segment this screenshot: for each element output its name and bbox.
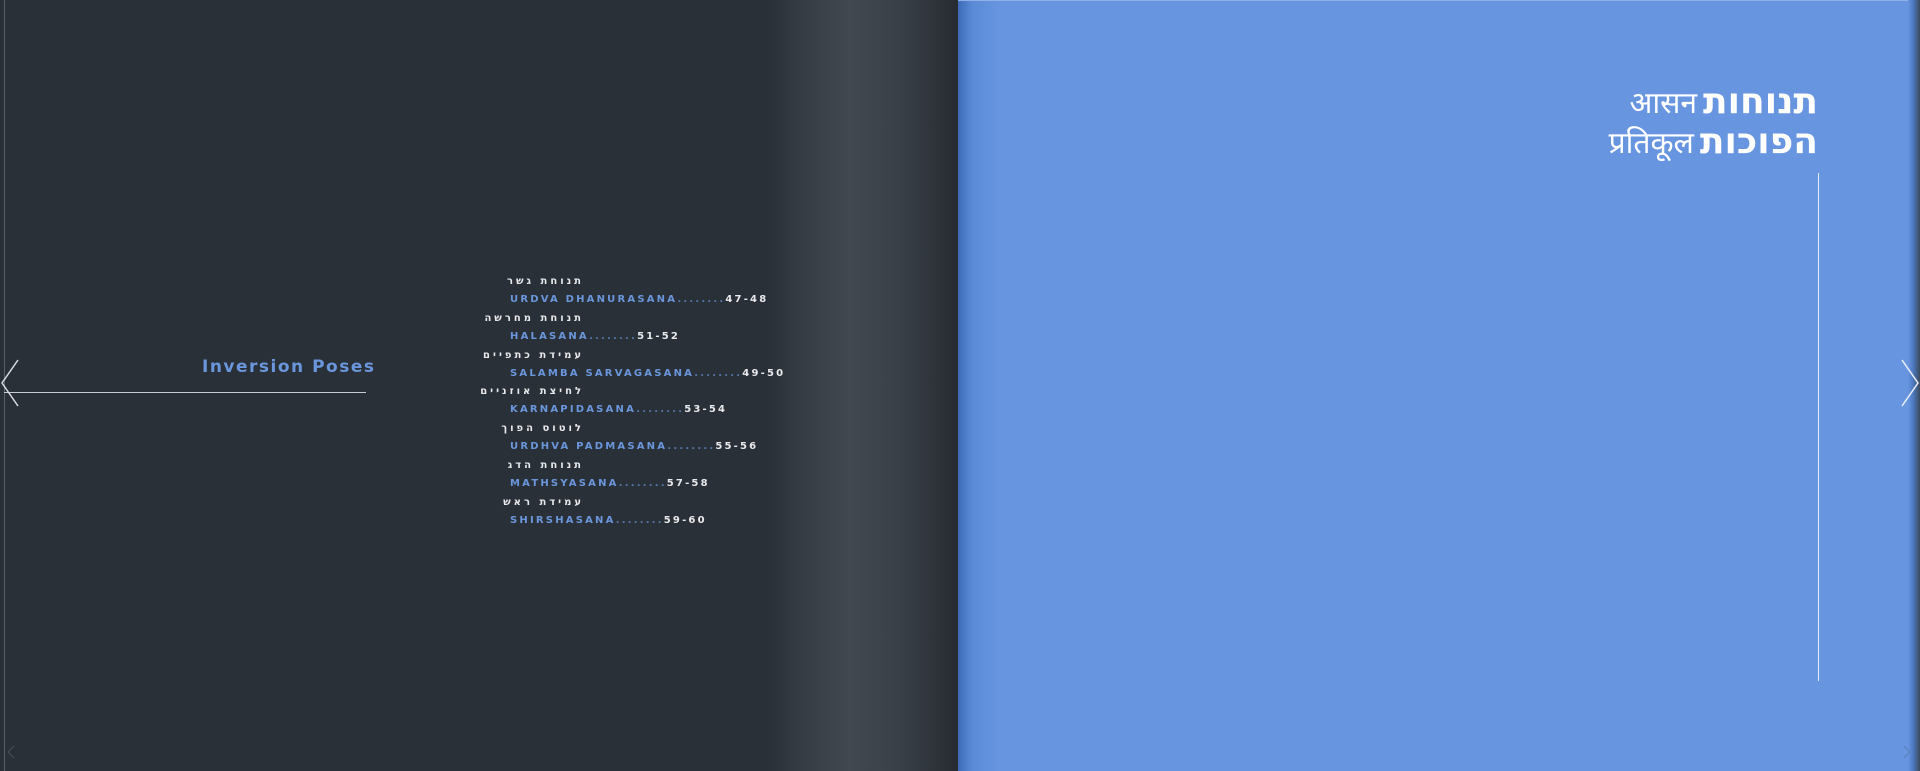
toc-pose-name: SHIRSHASANA [510,514,616,526]
toc-entry[interactable]: תנוחת גשר URDVA DHANURASANA........47-48 [506,273,800,310]
heading-hebrew-2: הפוכות [1699,121,1818,162]
toc-leader-dots: ........ [618,477,667,489]
toc-entry[interactable]: עמידת כתפיים SALAMBA SARVAGASANA........… [483,347,800,384]
toc-hebrew-title: לוטוס הפוך [501,423,584,435]
chapter-heading: आसन תנוחות प्रतिकूल הפוכות [1609,82,1818,162]
toc-page-range: 53-54 [684,404,728,416]
toc-pose-name: MATHSYASANA [510,477,619,489]
toc-leader-dots: ........ [677,294,726,305]
toc-page-range: 47-48 [725,294,769,305]
heading-sanskrit-2: प्रतिकूल [1608,126,1694,161]
toc-leader-dots: ........ [694,367,743,379]
prev-page-button[interactable] [0,358,22,408]
heading-hebrew-1: תנוחות [1703,81,1818,122]
toc-pose-line: SHIRSHASANA........59-60 [510,512,800,530]
toc-entry[interactable]: תנוחת מחרשה HALASANA........51-52 [484,310,800,347]
section-title: Inversion Poses [202,357,376,377]
table-of-contents: תנוחת גשר URDVA DHANURASANA........47-48… [480,273,800,531]
chevron-left-icon [1,359,19,407]
toc-page-range: 51-52 [637,330,681,342]
toc-pose-name: HALASANA [510,330,590,342]
toc-hebrew-title: עמידת כתפיים [483,349,584,361]
book-spread: Inversion Poses תנוחת גשר URDVA DHANURAS… [0,0,1920,771]
toc-hebrew-title: לחיצת אוזניים [480,386,584,398]
section-title-rule [4,392,366,393]
toc-pose-line: HALASANA........51-52 [510,328,800,346]
toc-pose-name: SALAMBA SARVAGASANA [510,367,695,379]
heading-sanskrit-1: आसन [1629,86,1698,121]
toc-page-range: 57-58 [666,477,710,489]
toc-entry[interactable]: לחיצת אוזניים KARNAPIDASANA........53-54 [480,383,800,420]
heading-vertical-rule [1818,173,1819,681]
page-top-border [958,0,1908,1]
toc-page-range: 59-60 [663,514,707,526]
chevron-left-small-icon[interactable] [6,744,16,759]
toc-pose-line: MATHSYASANA........57-58 [510,475,800,493]
toc-pose-name: URDVA DHANURASANA [510,294,678,305]
toc-hebrew-title: תנוחת מחרשה [484,312,584,324]
chevron-right-small-icon[interactable] [1902,744,1912,759]
toc-leader-dots: ........ [636,404,685,416]
toc-entry[interactable]: תנוחת הדג MATHSYASANA........57-58 [507,457,800,494]
toc-hebrew-title: תנוחת גשר [506,276,584,287]
toc-leader-dots: ........ [615,514,664,526]
toc-page-range: 49-50 [742,367,786,379]
toc-pose-line: URDVA DHANURASANA........47-48 [510,291,800,309]
next-page-button[interactable] [1898,358,1920,408]
toc-pose-name: URDHVA PADMASANA [510,441,668,453]
left-page: Inversion Poses תנוחת גשר URDVA DHANURAS… [0,0,958,771]
heading-line-2: प्रतिकूल הפוכות [1609,122,1818,162]
chevron-right-icon [1901,359,1919,407]
toc-page-range: 55-56 [715,441,759,453]
toc-entry[interactable]: עמידת ראש SHIRSHASANA........59-60 [503,494,800,531]
toc-pose-line: SALAMBA SARVAGASANA........49-50 [510,365,800,383]
toc-pose-line: URDHVA PADMASANA........55-56 [510,438,800,456]
toc-pose-line: KARNAPIDASANA........53-54 [510,401,800,419]
toc-hebrew-title: תנוחת הדג [507,459,584,471]
heading-line-1: आसन תנוחות [1609,82,1818,122]
toc-entry[interactable]: לוטוס הפוך URDHVA PADMASANA........55-56 [501,420,800,457]
toc-leader-dots: ........ [589,330,638,342]
toc-pose-name: KARNAPIDASANA [510,404,637,416]
toc-leader-dots: ........ [667,441,716,453]
toc-hebrew-title: עמידת ראש [503,496,584,508]
